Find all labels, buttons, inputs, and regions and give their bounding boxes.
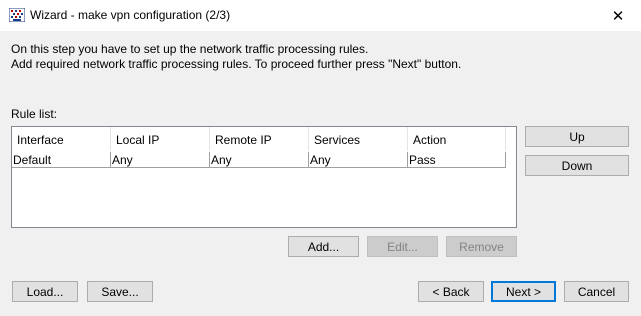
column-header-action[interactable]: Action bbox=[408, 127, 506, 151]
cell-services: Any bbox=[309, 152, 408, 168]
next-button[interactable]: Next > bbox=[491, 281, 556, 302]
column-header-local-ip[interactable]: Local IP bbox=[111, 127, 210, 151]
title-bar[interactable]: Wizard - make vpn configuration (2/3) ✕ bbox=[0, 0, 641, 31]
column-header-interface[interactable]: Interface bbox=[12, 127, 111, 151]
back-button[interactable]: < Back bbox=[418, 281, 484, 302]
remove-rule-button[interactable]: Remove bbox=[446, 236, 517, 257]
load-button[interactable]: Load... bbox=[12, 281, 78, 302]
column-header-remote-ip[interactable]: Remote IP bbox=[210, 127, 309, 151]
app-icon bbox=[8, 7, 26, 23]
cell-local-ip: Any bbox=[111, 152, 210, 168]
description-line-2: Add required network traffic processing … bbox=[11, 57, 462, 71]
down-button[interactable]: Down bbox=[525, 155, 629, 176]
cell-action: Pass bbox=[408, 152, 506, 168]
table-row[interactable]: Default Any Any Any Pass bbox=[12, 152, 506, 168]
column-header-services[interactable]: Services bbox=[309, 127, 408, 151]
cell-remote-ip: Any bbox=[210, 152, 309, 168]
edit-rule-button[interactable]: Edit... bbox=[367, 236, 438, 257]
rule-list-label: Rule list: bbox=[11, 107, 58, 121]
add-rule-button[interactable]: Add... bbox=[288, 236, 359, 257]
close-button[interactable]: ✕ bbox=[595, 0, 641, 31]
save-button[interactable]: Save... bbox=[87, 281, 153, 302]
wizard-window: Wizard - make vpn configuration (2/3) ✕ … bbox=[0, 0, 641, 316]
up-button[interactable]: Up bbox=[525, 126, 629, 147]
close-icon: ✕ bbox=[611, 7, 625, 25]
window-title: Wizard - make vpn configuration (2/3) bbox=[30, 8, 231, 22]
cell-interface: Default bbox=[12, 152, 111, 168]
description-line-1: On this step you have to set up the netw… bbox=[11, 42, 369, 56]
rule-list-header: Interface Local IP Remote IP Services Ac… bbox=[12, 127, 516, 151]
cancel-button[interactable]: Cancel bbox=[564, 281, 629, 302]
rule-list[interactable]: Interface Local IP Remote IP Services Ac… bbox=[11, 126, 517, 228]
